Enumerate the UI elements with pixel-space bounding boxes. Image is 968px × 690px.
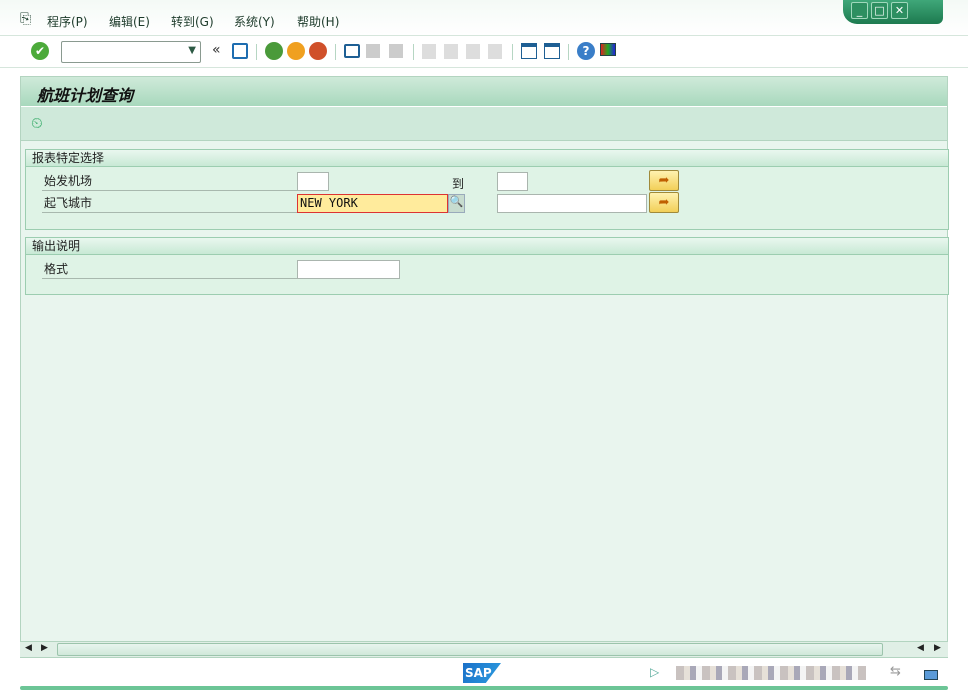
menu-goto[interactable]: 转到(G): [171, 13, 214, 30]
next-page-icon: [466, 44, 480, 59]
last-page-icon: [488, 44, 502, 59]
first-page-icon: [422, 44, 436, 59]
group-header: 输出说明: [26, 238, 948, 255]
departure-airport-to-input[interactable]: [497, 172, 528, 191]
back-icon[interactable]: [265, 42, 283, 60]
lock-icon[interactable]: [924, 670, 938, 680]
help-icon[interactable]: ?: [577, 42, 595, 60]
maximize-button[interactable]: □: [871, 2, 888, 19]
exit-icon[interactable]: [287, 42, 305, 60]
save-icon[interactable]: [232, 43, 248, 59]
menu-help[interactable]: 帮助(H): [297, 13, 339, 30]
horizontal-scrollbar[interactable]: ◀ ▶ ◀ ▶: [20, 641, 948, 657]
separator: [256, 44, 257, 60]
enter-check-icon[interactable]: ✔: [31, 42, 49, 60]
scrollbar-thumb[interactable]: [57, 643, 883, 656]
shortcut-icon[interactable]: [544, 43, 560, 59]
command-field[interactable]: ▼: [61, 41, 201, 63]
scroll-right-icon[interactable]: ▶: [934, 643, 941, 653]
menu-edit[interactable]: 编辑(E): [109, 13, 150, 30]
sap-logo: SAP: [463, 663, 501, 683]
minimize-button[interactable]: _: [851, 2, 868, 19]
scroll-left-icon[interactable]: ◀: [25, 643, 32, 653]
selection-group: 报表特定选择 始发机场 到 ➦ 起飞城市 NEW YORK 🔍 ➦: [25, 149, 949, 230]
find-icon: [366, 44, 380, 58]
status-bar: SAP ▷ ⇆: [0, 660, 968, 690]
search-help-icon[interactable]: 🔍: [448, 194, 465, 213]
layout-menu-icon[interactable]: [600, 43, 616, 56]
scroll-right-icon[interactable]: ▶: [41, 643, 48, 653]
separator: [413, 44, 414, 60]
system-info-field: [676, 666, 866, 680]
separator: [512, 44, 513, 60]
departure-city-from-input[interactable]: NEW YORK: [297, 194, 448, 213]
transfer-icon: ⇆: [890, 664, 901, 679]
departure-airport-from-input[interactable]: [297, 172, 329, 191]
title-bar: 航班计划查询: [21, 77, 947, 107]
previous-page-icon: [444, 44, 458, 59]
group-header: 报表特定选择: [26, 150, 948, 167]
system-toolbar: ✔ ▼ « ?: [0, 36, 968, 68]
multiple-selection-button[interactable]: ➦: [649, 170, 679, 191]
print-icon[interactable]: [344, 44, 360, 58]
window-controls: _ □ ✕: [843, 0, 943, 24]
separator: [568, 44, 569, 60]
page-title: 航班计划查询: [37, 86, 134, 105]
cancel-icon[interactable]: [309, 42, 327, 60]
application-toolbar: ⏲: [21, 107, 947, 141]
collapse-icon[interactable]: «: [212, 42, 221, 58]
separator: [335, 44, 336, 60]
chevron-down-icon[interactable]: ▼: [188, 45, 196, 56]
bottom-border: [20, 686, 948, 690]
output-group: 输出说明 格式: [25, 237, 949, 295]
to-label: 到: [452, 177, 465, 191]
field-label-departure-city: 起飞城市: [42, 194, 312, 213]
status-expand-icon[interactable]: ▷: [650, 665, 659, 679]
field-label-departure-airport: 始发机场: [42, 172, 312, 191]
menu-bar: ⎘ 程序(P) 编辑(E) 转到(G) 系统(Y) 帮助(H) _ □ ✕: [0, 0, 968, 36]
close-button[interactable]: ✕: [891, 2, 908, 19]
field-label-format: 格式: [42, 260, 312, 279]
execute-icon[interactable]: ⏲: [31, 114, 43, 132]
menu-program[interactable]: 程序(P): [47, 13, 88, 30]
menu-system[interactable]: 系统(Y): [234, 13, 275, 30]
find-next-icon: [389, 44, 403, 58]
departure-city-to-input[interactable]: [497, 194, 647, 213]
scroll-left-icon[interactable]: ◀: [917, 643, 924, 653]
multiple-selection-button[interactable]: ➦: [649, 192, 679, 213]
main-screen: 航班计划查询 ⏲ 报表特定选择 始发机场 到 ➦ 起飞城市 NEW YORK 🔍…: [20, 76, 949, 658]
menu-icon[interactable]: ⎘: [20, 11, 31, 27]
format-input[interactable]: [297, 260, 400, 279]
new-session-icon[interactable]: [521, 43, 537, 59]
